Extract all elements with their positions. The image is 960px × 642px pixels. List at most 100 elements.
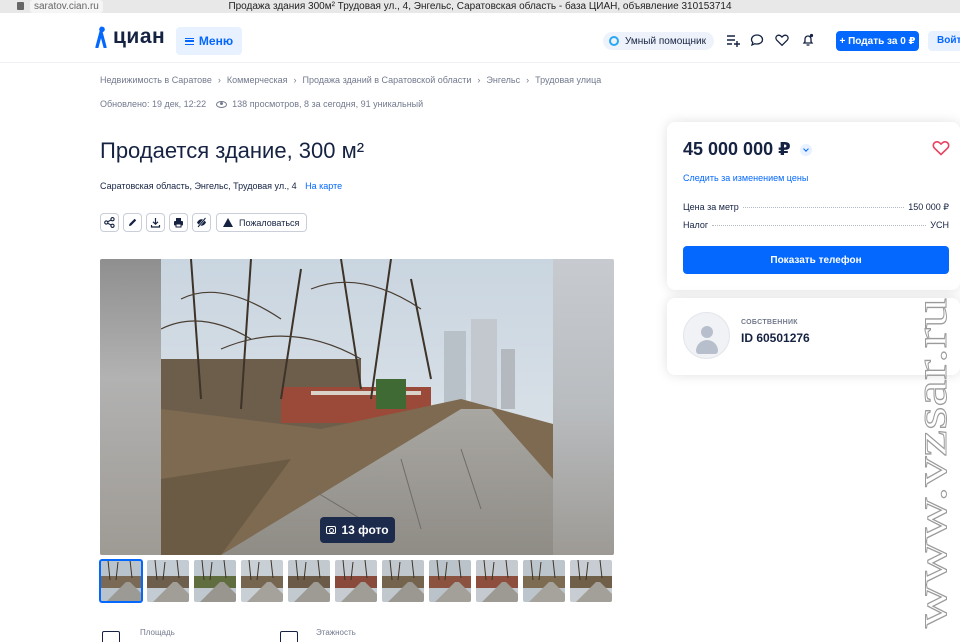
map-link[interactable]: На карте bbox=[305, 181, 342, 191]
photo-thumbnail[interactable] bbox=[288, 560, 330, 602]
avatar-head bbox=[701, 326, 713, 338]
photo-thumbnail[interactable] bbox=[476, 560, 518, 602]
photo-gallery[interactable] bbox=[100, 259, 614, 555]
hide-icon bbox=[197, 217, 207, 228]
avatar-body bbox=[696, 340, 718, 354]
watch-price-link[interactable]: Следить за изменением цены bbox=[683, 173, 808, 183]
show-phone-button[interactable]: Показать телефон bbox=[683, 246, 949, 274]
gallery-blur-right bbox=[553, 259, 614, 555]
watermark-text: www.vzsar.ru bbox=[907, 298, 956, 628]
area-icon bbox=[102, 631, 120, 642]
notifications-icon[interactable] bbox=[801, 33, 815, 47]
owner-role: СОБСТВЕННИК bbox=[741, 319, 798, 326]
warning-icon bbox=[223, 218, 233, 227]
gallery-blur-left bbox=[100, 259, 161, 555]
complain-button[interactable]: Пожаловаться bbox=[216, 213, 308, 232]
thumbnail-image bbox=[335, 560, 377, 602]
edit-icon bbox=[129, 218, 137, 226]
feature-floors-label: Этажность bbox=[316, 628, 356, 637]
breadcrumb-item[interactable]: Недвижимость в Саратове bbox=[100, 75, 212, 85]
print-icon bbox=[174, 218, 183, 228]
feature-area-label: Площадь bbox=[140, 628, 175, 637]
breadcrumb-separator: › bbox=[293, 75, 297, 85]
menu-button-label: Меню bbox=[198, 34, 234, 48]
photo-count-button[interactable]: 13 фото bbox=[320, 517, 395, 543]
price-per-meter-row: Цена за метр 150 000 ₽ bbox=[683, 202, 949, 213]
cian-logo[interactable]: циан bbox=[93, 24, 165, 50]
listing-meta: Обновлено: 19 дек, 12:22 138 просмотров,… bbox=[100, 99, 423, 109]
thumbnail-strip bbox=[99, 559, 612, 603]
post-ad-button[interactable]: + Подать за 0 ₽ bbox=[836, 31, 919, 51]
address-text[interactable]: Саратовская область, Энгельс, Трудовая у… bbox=[100, 181, 297, 191]
thumbnail-image bbox=[476, 560, 518, 602]
site-header: циан Меню Умный помощник + Подать за 0 ₽… bbox=[0, 13, 960, 63]
main-photo[interactable] bbox=[161, 259, 553, 555]
breadcrumb-item[interactable]: Трудовая улица bbox=[535, 75, 601, 85]
row-value: УСН bbox=[930, 220, 949, 230]
assistant-label: Умный помощник bbox=[625, 35, 706, 47]
thumbnail-image bbox=[241, 560, 283, 602]
assistant-icon bbox=[609, 36, 619, 46]
avatar[interactable] bbox=[683, 312, 730, 359]
camera-icon bbox=[326, 526, 337, 534]
favorite-heart-icon[interactable] bbox=[932, 140, 950, 156]
window-title: Продажа здания 300м² Трудовая ул., 4, Эн… bbox=[228, 1, 732, 12]
tax-row: Налог УСН bbox=[683, 220, 949, 230]
thumbnail-image bbox=[523, 560, 565, 602]
row-leader bbox=[742, 207, 905, 208]
logo-text: циан bbox=[113, 25, 166, 48]
listing-toolbar: Пожаловаться bbox=[100, 213, 308, 232]
photo-count-label: 13 фото bbox=[341, 523, 389, 537]
hide-button[interactable] bbox=[192, 213, 211, 232]
favorites-icon[interactable] bbox=[775, 33, 789, 47]
views-count[interactable]: 138 просмотров, 8 за сегодня, 91 уникаль… bbox=[232, 99, 423, 109]
row-label: Налог bbox=[683, 220, 709, 230]
photo-thumbnail[interactable] bbox=[147, 560, 189, 602]
thumbnail-image bbox=[570, 560, 612, 602]
breadcrumb-item[interactable]: Энгельс bbox=[486, 75, 520, 85]
login-button[interactable]: Войти bbox=[928, 31, 960, 51]
owner-id[interactable]: ID 60501276 bbox=[741, 331, 810, 345]
thumbnail-image bbox=[100, 560, 142, 602]
photo-thumbnail[interactable] bbox=[99, 559, 143, 603]
breadcrumb-separator: › bbox=[526, 75, 530, 85]
breadcrumb-separator: › bbox=[477, 75, 481, 85]
photo-thumbnail[interactable] bbox=[570, 560, 612, 602]
row-label: Цена за метр bbox=[683, 202, 739, 212]
browser-bar: saratov.cian.ru Продажа здания 300м² Тру… bbox=[0, 0, 960, 13]
price-card: 45 000 000 ₽ Следить за изменением цены … bbox=[667, 122, 960, 290]
floors-icon bbox=[280, 631, 298, 642]
thumbnail-image bbox=[194, 560, 236, 602]
photo-thumbnail[interactable] bbox=[429, 560, 471, 602]
breadcrumb-item[interactable]: Продажа зданий в Саратовской области bbox=[303, 75, 472, 85]
share-button[interactable] bbox=[100, 213, 119, 232]
complain-label: Пожаловаться bbox=[239, 217, 300, 228]
price-history-chevron-icon[interactable] bbox=[800, 144, 812, 156]
thumbnail-image bbox=[147, 560, 189, 602]
photo-thumbnail[interactable] bbox=[194, 560, 236, 602]
watermark: www.vzsar.ru bbox=[907, 298, 957, 629]
photo-thumbnail[interactable] bbox=[523, 560, 565, 602]
download-icon bbox=[150, 218, 161, 228]
photo-thumbnail[interactable] bbox=[382, 560, 424, 602]
download-button[interactable] bbox=[146, 213, 165, 232]
edit-button[interactable] bbox=[123, 213, 142, 232]
eye-icon bbox=[216, 100, 228, 108]
photo-thumbnail[interactable] bbox=[335, 560, 377, 602]
address: Саратовская область, Энгельс, Трудовая у… bbox=[100, 181, 342, 191]
compare-icon[interactable] bbox=[726, 33, 740, 47]
smart-assistant-button[interactable]: Умный помощник bbox=[603, 32, 714, 50]
print-button[interactable] bbox=[169, 213, 188, 232]
menu-button[interactable]: Меню bbox=[176, 27, 242, 55]
row-leader bbox=[712, 225, 927, 226]
logo-icon bbox=[95, 26, 107, 48]
chat-icon[interactable] bbox=[750, 33, 764, 47]
photo-thumbnail[interactable] bbox=[241, 560, 283, 602]
hamburger-icon bbox=[184, 37, 194, 45]
row-value: 150 000 ₽ bbox=[908, 202, 949, 212]
thumbnail-image bbox=[288, 560, 330, 602]
page-title: Продается здание, 300 м² bbox=[100, 138, 365, 163]
breadcrumb: Недвижимость в Саратове › Коммерческая › Про… bbox=[100, 75, 601, 85]
breadcrumb-item[interactable]: Коммерческая bbox=[227, 75, 288, 85]
share-icon bbox=[104, 217, 115, 228]
